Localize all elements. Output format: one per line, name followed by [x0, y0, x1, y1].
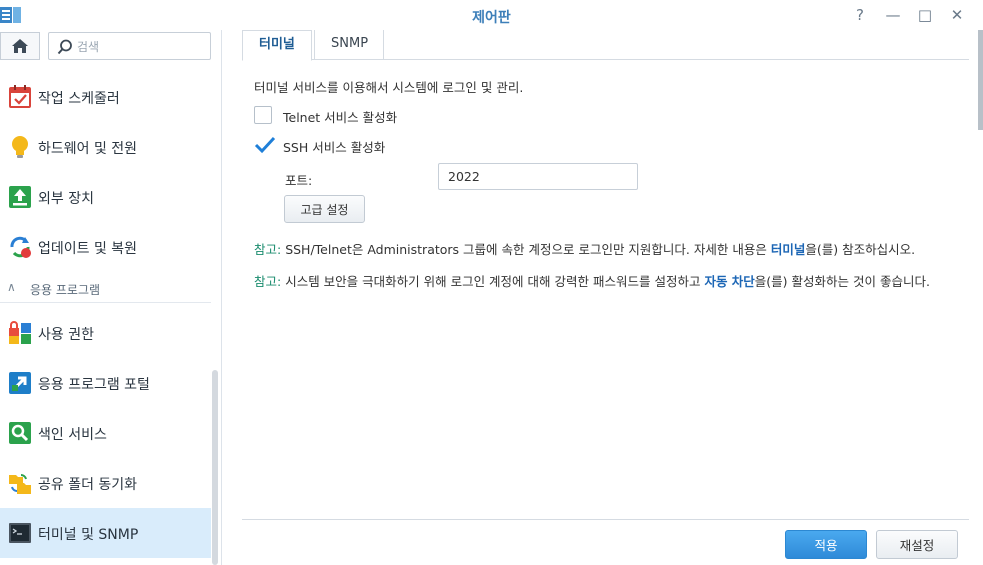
sidebar-scrollbar[interactable] — [212, 370, 218, 565]
search-input[interactable] — [77, 37, 205, 57]
telnet-checkbox[interactable] — [254, 106, 272, 124]
sidebar-item-label: 색인 서비스 — [38, 427, 107, 443]
telnet-checkbox-label: Telnet 서비스 활성화 — [283, 110, 398, 125]
update-restore-icon — [10, 236, 31, 258]
window-title: 제어판 — [472, 10, 511, 26]
privileges-icon — [9, 321, 31, 344]
port-label: 포트: — [285, 173, 313, 188]
indexing-icon — [9, 422, 31, 444]
title-bar: 제어판 ? — □ ✕ — [0, 0, 983, 30]
app-portal-icon — [9, 372, 31, 394]
sidebar-item-hardware-power[interactable]: 하드웨어 및 전원 — [0, 122, 211, 172]
main-panel: 터미널 SNMP 터미널 서비스를 이용해서 시스템에 로그인 및 관리. Te… — [228, 30, 983, 565]
sidebar-item-label: 응용 프로그램 포털 — [38, 377, 150, 393]
terminal-description: 터미널 서비스를 이용해서 시스템에 로그인 및 관리. — [254, 80, 524, 95]
reset-button[interactable]: 재설정 — [876, 530, 958, 559]
section-header-applications[interactable]: ∧ 응용 프로그램 — [0, 275, 211, 303]
main-scrollbar[interactable] — [978, 30, 983, 130]
note-security: 참고: 시스템 보안을 극대화하기 위해 로그인 계정에 대해 강력한 패스워드… — [254, 272, 954, 292]
chevron-up-icon: ∧ — [7, 280, 16, 294]
port-field[interactable] — [438, 163, 638, 190]
close-button[interactable]: ✕ — [947, 6, 967, 24]
note-tag: 참고: — [254, 274, 282, 289]
sidebar-item-app-portal[interactable]: 응용 프로그램 포털 — [0, 358, 211, 408]
tab-terminal[interactable]: 터미널 — [242, 30, 312, 61]
section-label: 응용 프로그램 — [30, 283, 101, 297]
sidebar-item-label: 터미널 및 SNMP — [38, 527, 139, 543]
sidebar-item-label: 작업 스케줄러 — [38, 91, 120, 107]
lightbulb-icon — [12, 136, 28, 158]
sidebar-item-external-devices[interactable]: 외부 장치 — [0, 172, 211, 222]
calendar-check-icon — [9, 85, 31, 108]
tab-bar: 터미널 SNMP — [242, 30, 969, 61]
search-icon — [57, 39, 72, 55]
sidebar-item-label: 공유 폴더 동기화 — [38, 477, 138, 493]
note-text: SSH/Telnet은 Administrators 그룹에 속한 계정으로 로… — [281, 242, 771, 257]
sidebar-item-label: 사용 권한 — [38, 327, 94, 343]
sidebar-item-privileges[interactable]: 사용 권한 — [0, 308, 211, 358]
sidebar-item-label: 외부 장치 — [38, 191, 94, 207]
sidebar-item-indexing[interactable]: 색인 서비스 — [0, 408, 211, 458]
sidebar-item-terminal-snmp[interactable]: 터미널 및 SNMP — [0, 508, 211, 558]
maximize-button[interactable]: □ — [915, 6, 935, 24]
sidebar-item-label: 업데이트 및 복원 — [38, 241, 138, 257]
tab-snmp[interactable]: SNMP — [314, 30, 385, 60]
sidebar-item-update-restore[interactable]: 업데이트 및 복원 — [0, 222, 211, 272]
note-administrators: 참고: SSH/Telnet은 Administrators 그룹에 속한 계정… — [254, 240, 954, 260]
terminal-help-link[interactable]: 터미널 — [771, 242, 806, 257]
search-field[interactable] — [48, 32, 211, 60]
home-icon — [12, 39, 28, 53]
auto-block-link[interactable]: 자동 차단 — [704, 274, 754, 289]
minimize-button[interactable]: — — [883, 6, 903, 24]
note-text: 을(를) 참조하십시오. — [805, 242, 916, 257]
sidebar-item-task-scheduler[interactable]: 작업 스케줄러 — [0, 72, 211, 122]
note-text: 을(를) 활성화하는 것이 좋습니다. — [754, 274, 930, 289]
home-button[interactable] — [0, 32, 40, 60]
help-button[interactable]: ? — [850, 6, 870, 24]
sidebar-item-folder-sync[interactable]: 공유 폴더 동기화 — [0, 458, 211, 508]
advanced-settings-button[interactable]: 고급 설정 — [284, 195, 365, 223]
terminal-icon — [9, 523, 31, 543]
note-tag: 참고: — [254, 242, 282, 257]
sidebar-item-label: 하드웨어 및 전원 — [38, 141, 138, 157]
external-device-icon — [9, 186, 31, 208]
footer-bar: 적용 재설정 — [242, 519, 969, 565]
sidebar: 작업 스케줄러 하드웨어 및 전원 외부 장치 업데이트 및 복원 ∧ 응용 프… — [0, 30, 222, 565]
checkmark-icon[interactable] — [254, 134, 276, 156]
ssh-checkbox-label: SSH 서비스 활성화 — [283, 140, 386, 155]
note-text: 시스템 보안을 극대화하기 위해 로그인 계정에 대해 강력한 패스워드를 설정… — [281, 274, 705, 289]
folder-sync-icon — [9, 474, 31, 494]
apply-button[interactable]: 적용 — [785, 530, 867, 559]
